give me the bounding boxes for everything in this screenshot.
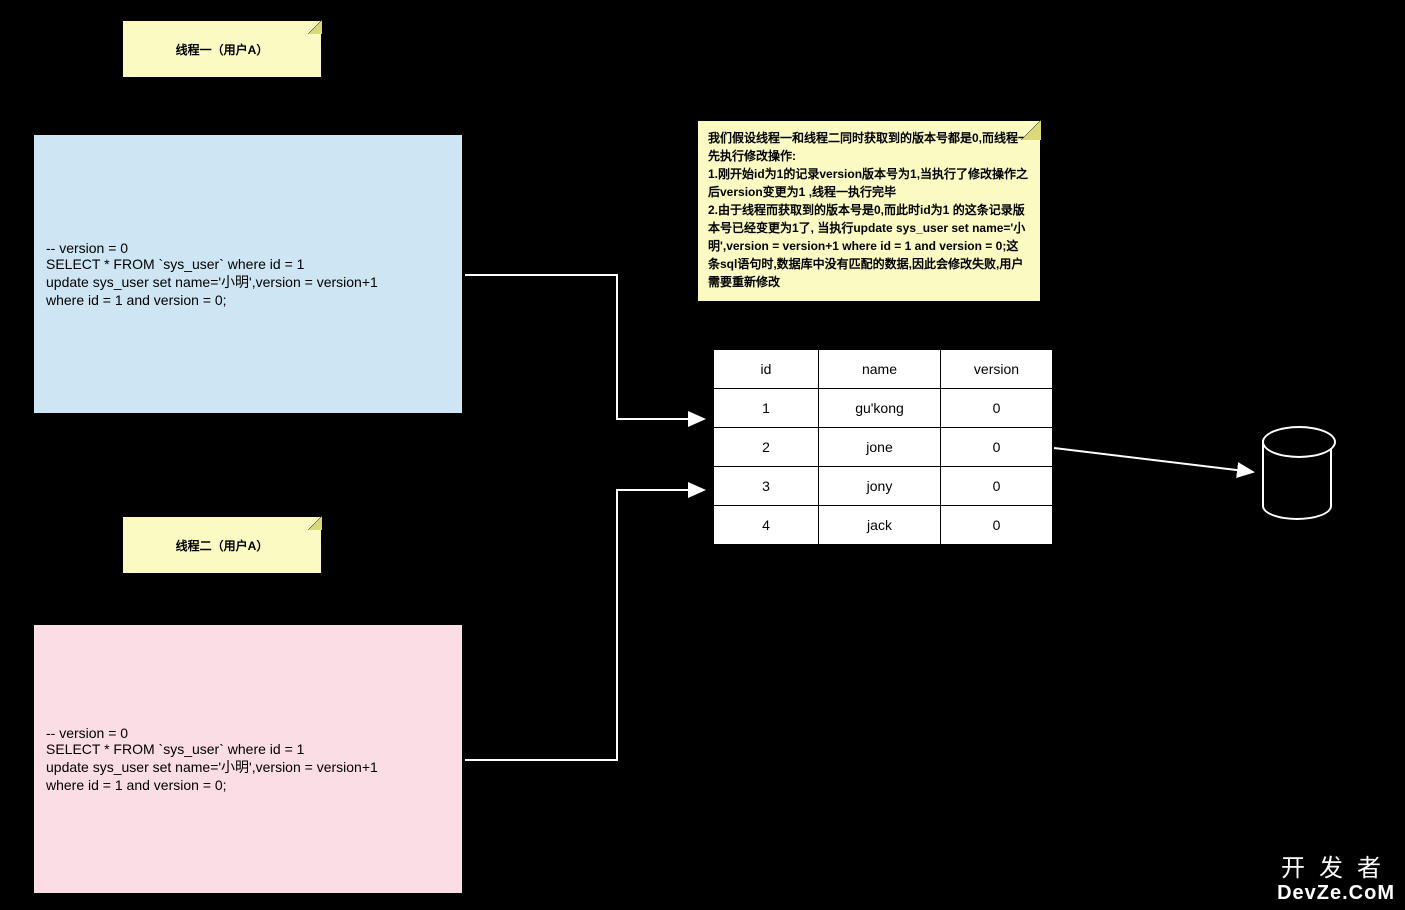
- watermark-line2: DevZe.CoM: [1277, 882, 1395, 904]
- thread1-code-box: -- version = 0 SELECT * FROM `sys_user` …: [33, 134, 463, 414]
- connector-table-to-db: [1054, 448, 1253, 472]
- table-header-row: id name version: [714, 350, 1053, 389]
- connector-thread2-to-table: [465, 490, 704, 760]
- cell-name: gu'kong: [819, 389, 941, 428]
- header-name: name: [819, 350, 941, 389]
- watermark: 开发者 DevZe.CoM: [1277, 856, 1395, 904]
- cell-id: 1: [714, 389, 819, 428]
- explanation-note: 我们假设线程一和线程二同时获取到的版本号都是0,而线程一先执行修改操作: 1.刚…: [697, 120, 1041, 302]
- cell-id: 3: [714, 467, 819, 506]
- cell-name: jone: [819, 428, 941, 467]
- cell-name: jack: [819, 506, 941, 545]
- table-row: 1 gu'kong 0: [714, 389, 1053, 428]
- cell-version: 0: [941, 389, 1053, 428]
- explanation-text: 我们假设线程一和线程二同时获取到的版本号都是0,而线程一先执行修改操作: 1.刚…: [708, 129, 1030, 291]
- cell-version: 0: [941, 467, 1053, 506]
- thread2-title: 线程二（用户A）: [176, 537, 269, 554]
- header-version: version: [941, 350, 1053, 389]
- watermark-line1: 开发者: [1277, 856, 1395, 882]
- thread2-title-note: 线程二（用户A）: [122, 516, 322, 574]
- table-row: 2 jone 0: [714, 428, 1053, 467]
- table-row: 3 jony 0: [714, 467, 1053, 506]
- cell-version: 0: [941, 428, 1053, 467]
- database-table: id name version 1 gu'kong 0 2 jone 0 3 j…: [713, 349, 1053, 545]
- cell-id: 4: [714, 506, 819, 545]
- thread2-code-box: -- version = 0 SELECT * FROM `sys_user` …: [33, 624, 463, 894]
- table-row: 4 jack 0: [714, 506, 1053, 545]
- cell-id: 2: [714, 428, 819, 467]
- database-icon: [1262, 440, 1332, 520]
- header-id: id: [714, 350, 819, 389]
- thread1-title-note: 线程一（用户A）: [122, 20, 322, 78]
- connector-thread1-to-table: [465, 275, 704, 419]
- thread1-title: 线程一（用户A）: [176, 41, 269, 58]
- thread1-code: -- version = 0 SELECT * FROM `sys_user` …: [46, 240, 378, 308]
- thread2-code: -- version = 0 SELECT * FROM `sys_user` …: [46, 725, 378, 793]
- cell-name: jony: [819, 467, 941, 506]
- cell-version: 0: [941, 506, 1053, 545]
